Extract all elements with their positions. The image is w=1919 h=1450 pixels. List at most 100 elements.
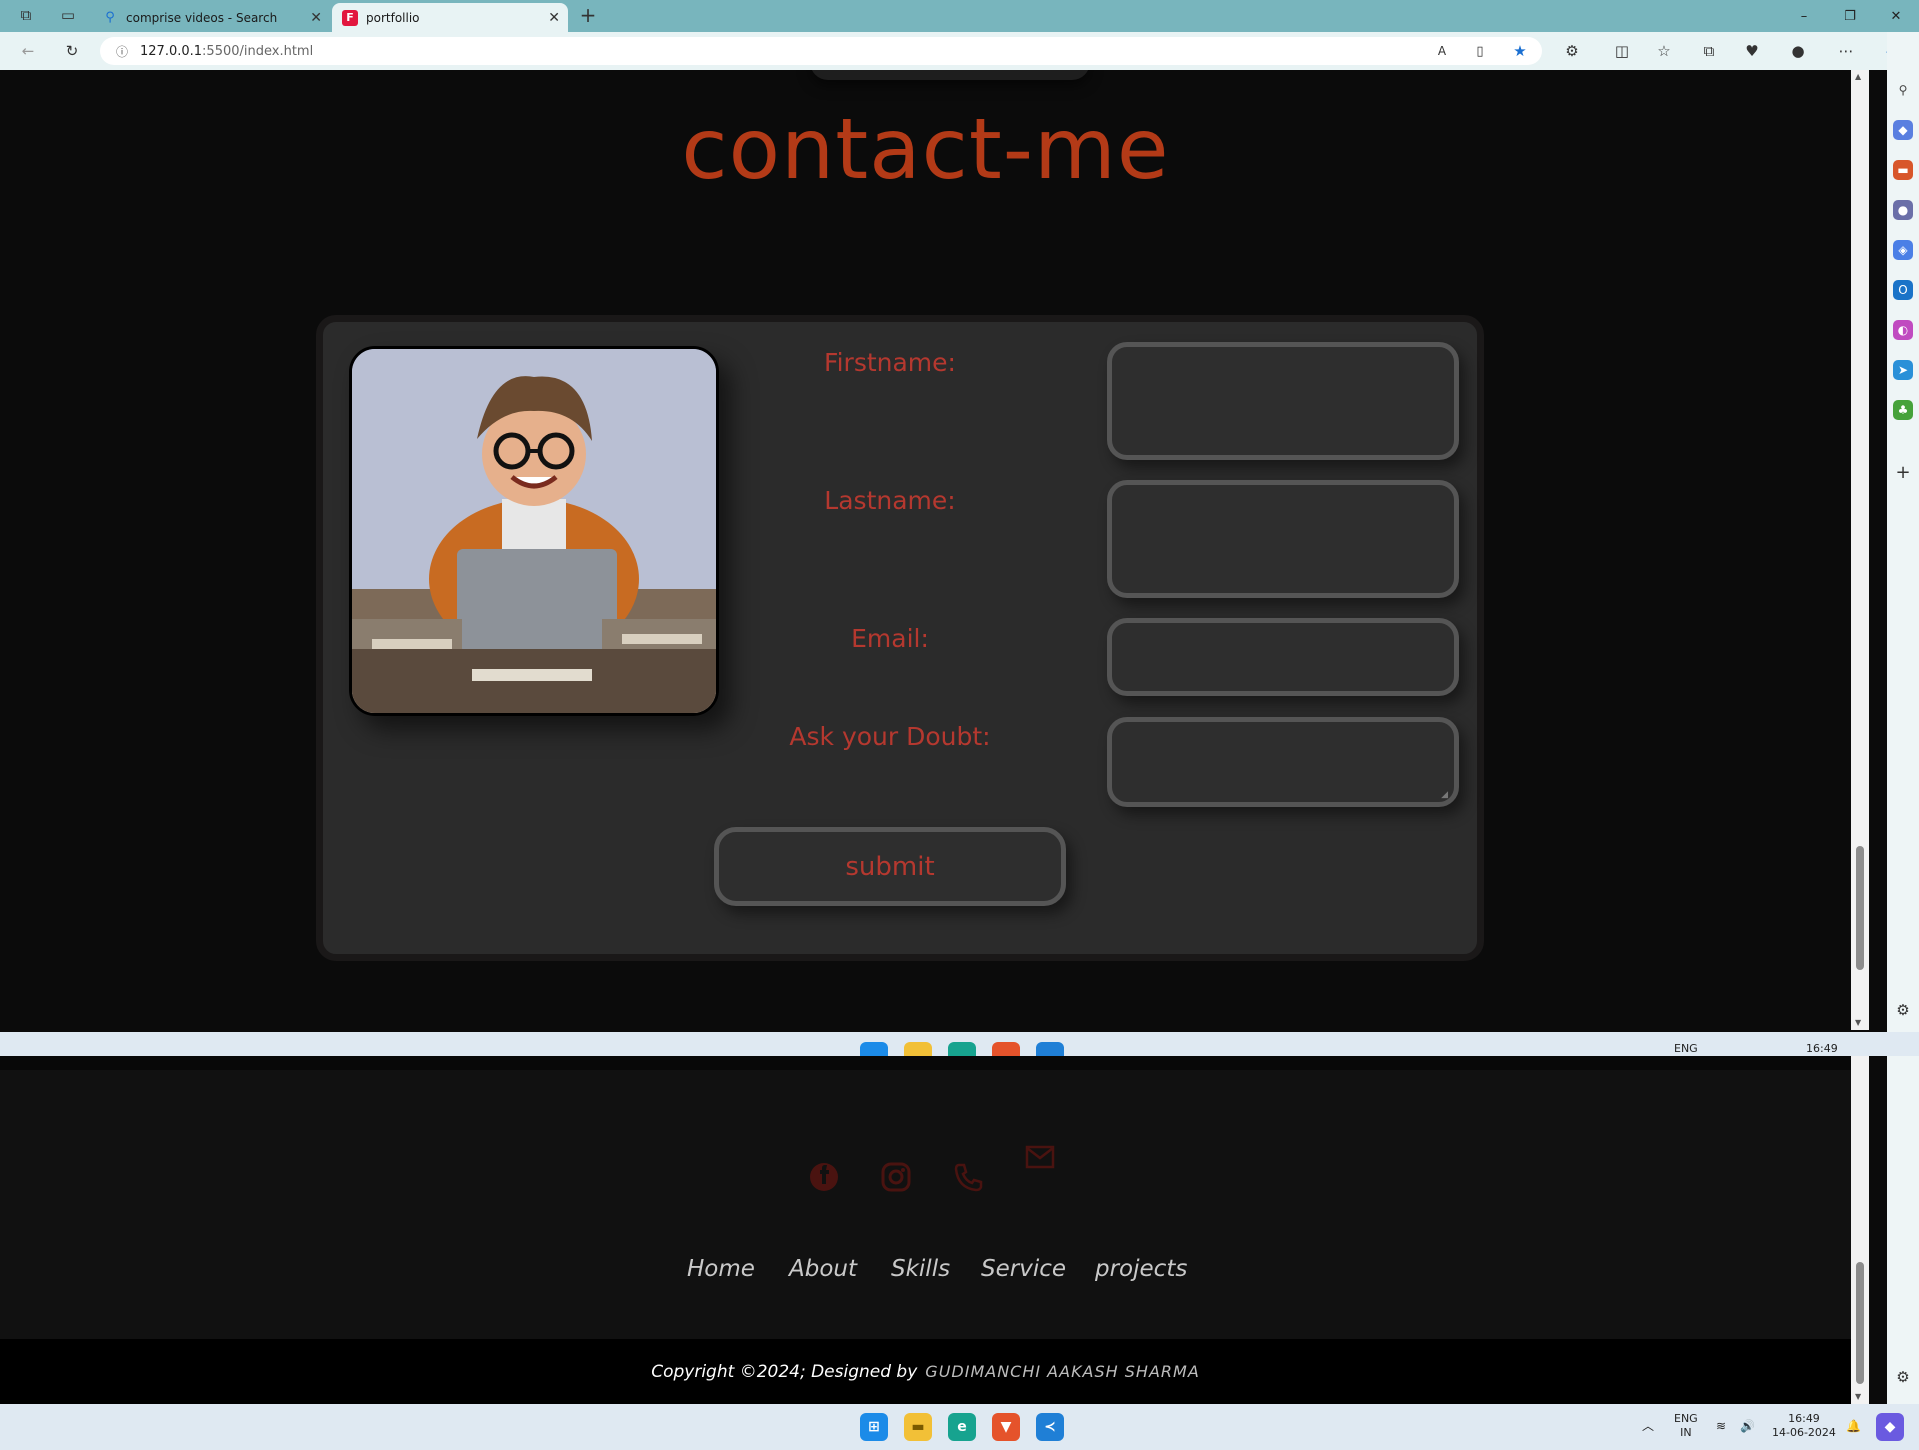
immersive-reader-icon[interactable]: ▯ [1468, 40, 1492, 62]
section-edge [810, 70, 1090, 80]
windows-start-icon[interactable] [860, 1042, 888, 1056]
footer-nav-service[interactable]: Service [981, 1256, 1066, 1282]
close-tab-icon[interactable]: ✕ [310, 10, 322, 26]
copilot-taskbar-icon[interactable]: ◆ [1876, 1413, 1904, 1441]
volume-icon[interactable]: 🔊 [1740, 1419, 1755, 1433]
cartoon-developer-image [352, 349, 716, 713]
profile-icon[interactable]: ● [1786, 40, 1810, 62]
tab-portfolio[interactable]: F portfollio ✕ [332, 3, 568, 32]
email-label: Email: [851, 624, 929, 653]
doubt-textarea[interactable]: ◢ [1107, 717, 1459, 807]
phone-icon[interactable] [952, 1161, 984, 1193]
mail-icon[interactable] [1024, 1141, 1056, 1173]
new-tab-button[interactable]: + [576, 3, 600, 27]
edge-icon[interactable] [948, 1042, 976, 1056]
copyright-text: Copyright ©2024; Designed by [651, 1361, 918, 1382]
page-scrollbar[interactable]: ▲ ▼ [1851, 70, 1869, 1030]
lang-bottom: IN [1680, 1426, 1692, 1439]
outlook-icon[interactable]: O [1893, 280, 1913, 300]
scroll-up-icon[interactable]: ▲ [1855, 72, 1861, 81]
firstname-input[interactable] [1107, 342, 1459, 460]
lang-top: ENG [1674, 1412, 1698, 1425]
resize-handle-icon[interactable]: ◢ [1441, 790, 1448, 800]
file-explorer-icon[interactable] [904, 1042, 932, 1056]
tab-actions-icon[interactable]: ▭ [56, 4, 80, 26]
tab-search[interactable]: ⚲ comprise videos - Search ✕ [92, 3, 330, 32]
workspaces-icon[interactable]: ⧉ [14, 4, 38, 26]
more-menu-icon[interactable]: ⋯ [1834, 40, 1858, 62]
tab-title: comprise videos - Search [126, 10, 278, 25]
url-host: 127.0.0.1 [140, 43, 203, 59]
tree-icon[interactable]: ♣ [1893, 400, 1913, 420]
file-explorer-icon[interactable]: ▬ [904, 1413, 932, 1441]
scrollbar-thumb[interactable] [1856, 846, 1864, 970]
vscode-icon[interactable]: ≺ [1036, 1413, 1064, 1441]
submit-button[interactable]: submit [714, 827, 1066, 906]
clock-date: 14-06-2024 [1772, 1426, 1836, 1439]
collections-icon[interactable]: ⧉ [1697, 40, 1721, 62]
brave-icon[interactable] [992, 1042, 1020, 1056]
address-bar: ← ↻ ⓘ 127.0.0.1:5500/index.html A ▯ ★ ⚙ … [0, 32, 1919, 70]
designer-name: GUDIMANCHI AAKASH SHARMA [925, 1362, 1200, 1381]
show-hidden-icons[interactable]: ︿ [1642, 1419, 1654, 1433]
vscode-icon[interactable] [1036, 1042, 1064, 1056]
close-tab-icon[interactable]: ✕ [548, 10, 560, 26]
minimize-icon[interactable]: – [1781, 0, 1827, 32]
lastname-input[interactable] [1107, 480, 1459, 598]
restore-icon[interactable]: ❐ [1827, 0, 1873, 32]
tab-strip: ⧉ ▭ ⚲ comprise videos - Search ✕ F portf… [0, 0, 1919, 32]
instagram-icon[interactable] [880, 1161, 912, 1193]
facebook-icon[interactable] [808, 1161, 840, 1193]
doubt-label: Ask your Doubt: [789, 722, 991, 751]
copilot-sidebar-icon[interactable]: ◈ [1893, 240, 1913, 260]
notification-bell-icon[interactable]: 🔔 [1846, 1419, 1861, 1433]
scroll-down-icon[interactable]: ▼ [1855, 1018, 1861, 1027]
edge-icon[interactable]: e [948, 1413, 976, 1441]
split-screen-icon[interactable]: ◫ [1610, 40, 1634, 62]
url-path: :5500/index.html [202, 43, 314, 59]
tab-title: portfollio [366, 10, 420, 25]
windows-start-icon[interactable]: ⊞ [860, 1413, 888, 1441]
footer-nav-home[interactable]: Home [687, 1256, 755, 1282]
language-indicator[interactable]: ENG [1674, 1042, 1698, 1056]
scrollbar-thumb-lower[interactable] [1856, 1262, 1864, 1384]
footer-nav-about[interactable]: About [789, 1256, 857, 1282]
shopping-tag-icon[interactable]: ◆ [1893, 120, 1913, 140]
firstname-label: Firstname: [824, 348, 956, 377]
favorites-icon[interactable]: ☆ [1652, 40, 1676, 62]
copyright-bar: Copyright ©2024; Designed by GUDIMANCHI … [0, 1339, 1851, 1404]
url-field[interactable]: ⓘ 127.0.0.1:5500/index.html [100, 37, 1542, 65]
scroll-down-icon[interactable]: ▼ [1855, 1392, 1861, 1401]
sidebar-settings-icon-2[interactable]: ⚙ [1893, 1367, 1913, 1387]
designer-icon[interactable]: ◐ [1893, 320, 1913, 340]
os-taskbar: ⊞ ▬ e ▼ ≺ ︿ ENG IN ≋ 🔊 16:49 14-06-2024 … [0, 1404, 1919, 1450]
read-aloud-icon[interactable]: A [1430, 40, 1454, 62]
site-info-icon[interactable]: ⓘ [116, 43, 128, 60]
sidebar-search-icon[interactable]: ⚲ [1893, 80, 1913, 100]
footer-divider [0, 1056, 1851, 1070]
extensions-icon[interactable]: ⚙ [1560, 40, 1584, 62]
overlay-taskbar-strip: ENG 16:49 [0, 1032, 1919, 1056]
footer-nav-projects[interactable]: projects [1095, 1256, 1187, 1282]
clock[interactable]: 16:49 14-06-2024 [1772, 1412, 1836, 1440]
brave-icon[interactable]: ▼ [992, 1413, 1020, 1441]
footer-nav-skills[interactable]: Skills [891, 1256, 950, 1282]
page-scrollbar-lower[interactable]: ▼ [1851, 1056, 1869, 1404]
telegram-icon[interactable]: ➤ [1893, 360, 1913, 380]
tools-icon[interactable]: ▬ [1893, 160, 1913, 180]
search-icon: ⚲ [105, 10, 115, 25]
add-sidebar-app-icon[interactable]: + [1893, 462, 1913, 483]
sidebar-settings-icon[interactable]: ⚙ [1893, 1000, 1913, 1020]
favorite-star-icon[interactable]: ★ [1508, 40, 1532, 62]
back-icon[interactable]: ← [16, 40, 40, 62]
clock-time: 16:49 [1788, 1412, 1820, 1425]
wifi-icon[interactable]: ≋ [1716, 1419, 1726, 1433]
email-input[interactable] [1107, 618, 1459, 696]
browser-essentials-icon[interactable]: ♥ [1740, 40, 1764, 62]
refresh-icon[interactable]: ↻ [60, 40, 84, 62]
people-icon[interactable]: ● [1893, 200, 1913, 220]
page-content: contact-me Firstname: Lastname: Email: A… [0, 70, 1851, 1032]
clock[interactable]: 16:49 [1806, 1042, 1838, 1056]
language-indicator[interactable]: ENG IN [1674, 1412, 1698, 1440]
close-window-icon[interactable]: ✕ [1873, 0, 1919, 32]
